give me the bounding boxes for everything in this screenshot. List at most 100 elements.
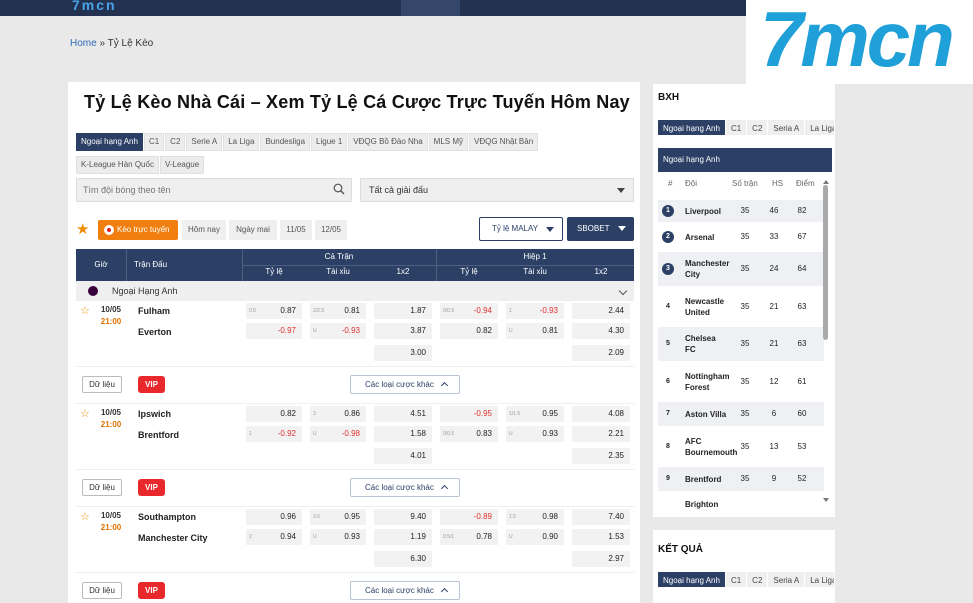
odds-cell[interactable]: 6.30 [374, 551, 432, 567]
odds-cell[interactable]: 0.82 [440, 323, 498, 339]
league-tab-c2[interactable]: C2 [165, 133, 186, 151]
odds-format-dropdown[interactable]: Tỷ lệ MALAY [479, 217, 563, 241]
filter-tomorrow[interactable]: Ngày mai [229, 220, 277, 240]
standings-scrollbar[interactable] [823, 185, 828, 340]
results-tab-serie-a[interactable]: Seria A [768, 572, 805, 587]
odds-cell[interactable]: U 0.93 [506, 426, 564, 442]
odds-cell[interactable]: 1.53 [572, 529, 630, 545]
live-odds-button[interactable]: Kèo trực tuyến [98, 220, 178, 240]
standings-row[interactable]: Brighton [658, 494, 824, 514]
standings-row[interactable]: 8 AFC Bournemouth 35 13 53 [658, 430, 824, 464]
odds-cell[interactable]: 0/0.5 -0.94 [440, 303, 498, 319]
league-group-row[interactable]: Ngoại Hạng Anh [76, 281, 634, 301]
bookmaker-dropdown[interactable]: SBOBET [567, 217, 634, 241]
search-icon[interactable] [333, 183, 345, 195]
odds-cell[interactable]: 9.40 [374, 509, 432, 525]
odds-cell[interactable]: 7.40 [572, 509, 630, 525]
standings-tab-premier-league[interactable]: Ngoại hạng Anh [658, 120, 725, 135]
odds-cell[interactable]: 1 -0.93 [506, 303, 564, 319]
results-tab-c2[interactable]: C2 [747, 572, 768, 587]
league-tab-premier-league[interactable]: Ngoại hạng Anh [76, 133, 143, 151]
home-team[interactable]: Fulham [138, 306, 170, 316]
standings-tab-c1[interactable]: C1 [725, 120, 747, 135]
odds-cell[interactable]: 2.97 [572, 551, 630, 567]
odds-cell[interactable]: 0.5 0.87 [246, 303, 302, 319]
league-tab-portugal[interactable]: VĐQG Bồ Đào Nha [348, 133, 428, 151]
league-tab-c1[interactable]: C1 [143, 133, 165, 151]
league-tab-v-league[interactable]: V-League [159, 156, 205, 174]
league-tab-la-liga[interactable]: La Liga [223, 133, 260, 151]
scroll-up-icon[interactable] [823, 180, 829, 184]
away-team[interactable]: Manchester City [138, 533, 208, 543]
league-tab-serie-a[interactable]: Serie A [186, 133, 223, 151]
standings-tab-la-liga[interactable]: La Liga [805, 120, 834, 135]
odds-cell[interactable]: 1.19 [374, 529, 432, 545]
more-bets-button[interactable]: Các loại cược khác [350, 375, 460, 394]
odds-cell[interactable]: 1.5 0.98 [506, 509, 564, 525]
odds-cell[interactable]: -0.95 [440, 406, 498, 422]
odds-cell[interactable]: 0.96 [246, 509, 302, 525]
standings-row[interactable]: 4 Newcastle United 35 21 63 [658, 290, 824, 324]
standings-row[interactable]: 7 Aston Villa 35 6 60 [658, 402, 824, 426]
standings-row[interactable]: 9 Brentford 35 9 52 [658, 467, 824, 491]
league-tab-k-league[interactable]: K-League Hàn Quốc [76, 156, 159, 174]
odds-cell[interactable]: 2.21 [572, 426, 630, 442]
odds-cell[interactable]: 4.01 [374, 448, 432, 464]
star-icon[interactable]: ☆ [80, 510, 90, 523]
odds-cell[interactable]: 1 -0.92 [246, 426, 302, 442]
vip-button[interactable]: VIP [138, 376, 165, 393]
odds-cell[interactable]: 3 0.86 [310, 406, 366, 422]
odds-cell[interactable]: -0.97 [246, 323, 302, 339]
odds-cell[interactable]: 4.51 [374, 406, 432, 422]
odds-cell[interactable]: 1.87 [374, 303, 432, 319]
odds-cell[interactable]: -0.89 [440, 509, 498, 525]
odds-cell[interactable]: 4.30 [572, 323, 630, 339]
away-team[interactable]: Everton [138, 327, 172, 337]
away-team[interactable]: Brentford [138, 430, 179, 440]
odds-cell[interactable]: 2/2.5 0.81 [310, 303, 366, 319]
star-icon[interactable]: ☆ [80, 304, 90, 317]
standings-tab-serie-a[interactable]: Seria A [768, 120, 805, 135]
odds-cell[interactable]: 1/1.5 0.95 [506, 406, 564, 422]
favorite-star-icon[interactable]: ★ [76, 222, 92, 238]
filter-date-1[interactable]: 11/05 [280, 220, 312, 240]
results-tab-la-liga[interactable]: La Liga [805, 572, 834, 587]
nav-item-active[interactable] [401, 0, 460, 16]
vip-button[interactable]: VIP [138, 582, 165, 599]
results-tab-premier-league[interactable]: Ngoại hạng Anh [658, 572, 725, 587]
more-bets-button[interactable]: Các loại cược khác [350, 581, 460, 600]
star-icon[interactable]: ☆ [80, 407, 90, 420]
odds-cell[interactable]: U -0.93 [310, 323, 366, 339]
league-tab-mls[interactable]: MLS Mỹ [428, 133, 469, 151]
team-search-input[interactable] [77, 179, 317, 201]
odds-cell[interactable]: 3.00 [374, 345, 432, 361]
match-data-button[interactable]: Dữ liệu [82, 479, 122, 496]
league-tab-ligue-1[interactable]: Ligue 1 [311, 133, 348, 151]
standings-row[interactable]: 2 Arsenal 35 33 67 [658, 226, 824, 248]
match-data-button[interactable]: Dữ liệu [82, 376, 122, 393]
more-bets-button[interactable]: Các loại cược khác [350, 478, 460, 497]
odds-cell[interactable]: 3.5 0.95 [310, 509, 366, 525]
standings-row[interactable]: 1 Liverpool 35 46 82 [658, 200, 824, 222]
scroll-down-icon[interactable] [823, 498, 829, 502]
odds-cell[interactable]: 3.87 [374, 323, 432, 339]
league-tab-bundesliga[interactable]: Bundesliga [260, 133, 311, 151]
results-tab-c1[interactable]: C1 [725, 572, 747, 587]
odds-cell[interactable]: 4.08 [572, 406, 630, 422]
standings-row[interactable]: 5 Chelsea FC 35 21 63 [658, 327, 824, 361]
odds-cell[interactable]: 0.82 [246, 406, 302, 422]
home-team[interactable]: Ipswich [138, 409, 171, 419]
odds-cell[interactable]: 2.44 [572, 303, 630, 319]
odds-cell[interactable]: 2 0.94 [246, 529, 302, 545]
standings-tab-c2[interactable]: C2 [747, 120, 768, 135]
odds-cell[interactable]: U 0.81 [506, 323, 564, 339]
filter-today[interactable]: Hôm nay [182, 220, 226, 240]
match-data-button[interactable]: Dữ liệu [82, 582, 122, 599]
league-select[interactable]: Tất cả giải đấu [360, 178, 634, 202]
odds-cell[interactable]: U 0.90 [506, 529, 564, 545]
chevron-down-icon[interactable] [618, 286, 628, 296]
odds-cell[interactable]: U -0.98 [310, 426, 366, 442]
odds-cell[interactable]: 0/0.5 0.83 [440, 426, 498, 442]
odds-cell[interactable]: 2.09 [572, 345, 630, 361]
odds-cell[interactable]: 2.35 [572, 448, 630, 464]
